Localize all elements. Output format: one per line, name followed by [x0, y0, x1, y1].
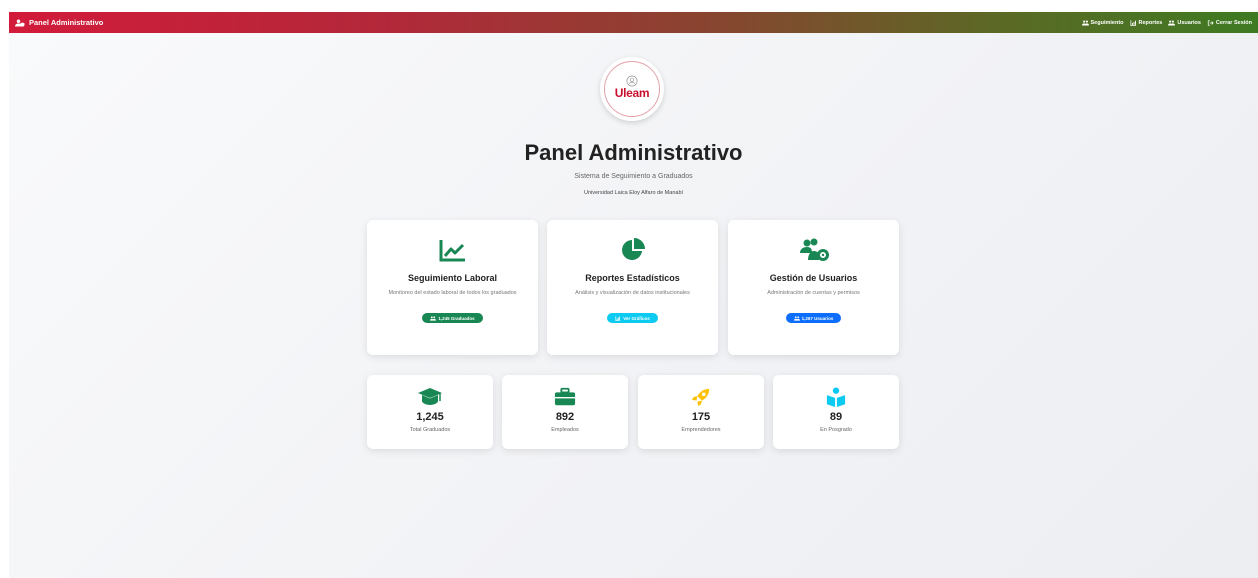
nav-link-reportes[interactable]: Reportes — [1130, 19, 1163, 26]
book-reader-icon — [826, 387, 846, 407]
logo-ring: Uleam ····· — [604, 61, 660, 117]
chart-bar-icon — [615, 315, 621, 321]
stat-value: 175 — [691, 411, 711, 423]
card-title: Seguimiento Laboral — [407, 273, 497, 283]
stat-value: 1,245 — [416, 411, 444, 423]
card-title: Gestión de Usuarios — [769, 273, 858, 283]
user-shield-icon — [15, 19, 25, 27]
badge-ver-graficos[interactable]: Ver Gráficos — [607, 313, 658, 323]
card-seguimiento-laboral[interactable]: Seguimiento Laboral Monitoreo del estado… — [367, 220, 538, 355]
page-title: Panel Administrativo — [524, 140, 743, 165]
users-icon — [430, 315, 437, 321]
stat-label: Total Graduados — [409, 427, 451, 433]
navbar-brand[interactable]: Panel Administrativo — [15, 18, 103, 27]
stat-card-emprendedores: 175 Emprendedores — [638, 375, 764, 449]
card-description: Administración de cuentas y permisos — [767, 290, 860, 296]
chart-pie-icon — [621, 238, 645, 260]
nav-link-seguimiento[interactable]: Seguimiento — [1081, 19, 1124, 26]
stat-label: En Posgrado — [820, 427, 852, 433]
stat-card-total-graduados: 1,245 Total Graduados — [367, 375, 493, 449]
badge-usuarios: 1,267 Usuarios — [785, 313, 842, 323]
nav-link-cerrar-sesion[interactable]: Cerrar Sesión — [1207, 20, 1252, 26]
sign-out-icon — [1207, 19, 1214, 26]
university-name: Universidad Laica Eloy Alfaro de Manabí — [583, 190, 684, 196]
badge-label: Ver Gráficos — [623, 315, 650, 321]
chart-line-icon — [439, 240, 465, 262]
card-title: Reportes Estadísticos — [585, 273, 680, 283]
navbar: Panel Administrativo Seguimiento Reporte… — [9, 12, 1258, 33]
card-gestion-usuarios[interactable]: Gestión de Usuarios Administración de cu… — [728, 220, 899, 355]
navbar-brand-label: Panel Administrativo — [29, 18, 104, 27]
page-subtitle: Sistema de Seguimiento a Graduados — [574, 173, 693, 180]
stat-card-empleados: 892 Empleados — [502, 375, 628, 449]
nav-link-label: Cerrar Sesión — [1215, 19, 1252, 26]
users-cog-icon — [799, 238, 829, 261]
badge-label: 1,267 Usuarios — [801, 315, 834, 321]
badge-graduados: 1,245 Graduados — [422, 313, 483, 323]
logo-text: Uleam — [614, 85, 650, 100]
rocket-icon — [691, 388, 710, 407]
nav-link-label: Seguimiento — [1090, 19, 1124, 26]
users-icon — [1168, 20, 1176, 25]
graduation-cap-icon — [418, 388, 442, 405]
university-logo: Uleam ····· — [600, 57, 664, 121]
briefcase-icon — [554, 387, 576, 406]
card-description: Análisis y visualización de datos instit… — [575, 290, 690, 296]
nav-link-usuarios[interactable]: Usuarios — [1168, 20, 1201, 26]
badge-label: 1,245 Graduados — [438, 315, 475, 321]
stat-value: 892 — [555, 411, 575, 423]
card-description: Monitoreo del estado laboral de todos lo… — [388, 290, 517, 296]
stat-card-en-posgrado: 89 En Posgrado — [773, 375, 899, 449]
logo-subtext: ····· — [629, 100, 635, 104]
users-icon — [793, 315, 800, 321]
users-icon — [1081, 20, 1089, 25]
stat-label: Empleados — [551, 427, 579, 433]
nav-link-label: Usuarios — [1177, 19, 1201, 26]
card-reportes-estadisticos[interactable]: Reportes Estadísticos Análisis y visuali… — [547, 220, 718, 355]
seal-icon — [626, 75, 638, 86]
stat-value: 89 — [829, 411, 843, 423]
chart-bar-icon — [1130, 19, 1136, 26]
nav-links: Seguimiento Reportes Usuarios Cerrar Ses… — [1081, 19, 1252, 26]
stat-label: Emprendedores — [681, 427, 721, 433]
app-frame: Panel Administrativo Seguimiento Reporte… — [9, 12, 1258, 578]
nav-link-label: Reportes — [1138, 19, 1163, 26]
